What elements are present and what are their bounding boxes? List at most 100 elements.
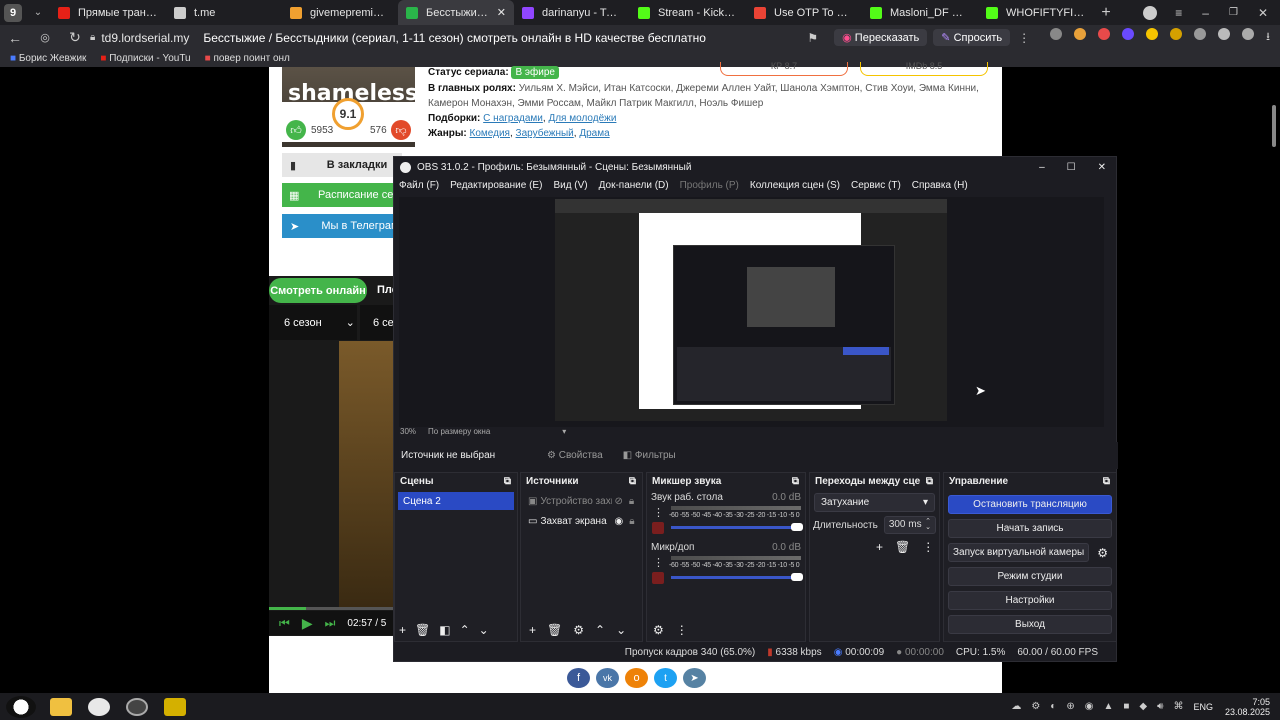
undock-icon[interactable]: ⧉ [926, 476, 933, 487]
collection-link[interactable]: Для молодёжи [548, 113, 616, 124]
filters-button[interactable]: ◧ Фильтры [617, 448, 682, 463]
browser-tab[interactable]: Use OTP To Proceed [746, 0, 862, 25]
zoom-dropdown-icon[interactable]: ▾ [562, 427, 566, 439]
studio-mode-button[interactable]: Режим студии [948, 567, 1112, 586]
window-minimize-icon[interactable]: – [1202, 6, 1209, 20]
obs-menu-item[interactable]: Вид (V) [553, 180, 587, 191]
extension-icon[interactable] [1146, 28, 1159, 40]
volume-icon[interactable]: 🔊︎ [1157, 701, 1163, 712]
browser-tab[interactable]: t.me [166, 0, 282, 25]
obs-menu-item[interactable]: Коллекция сцен (S) [750, 180, 840, 191]
tray-icon[interactable]: ▲ [1103, 701, 1113, 712]
transition-menu-icon[interactable]: ⋮ [922, 540, 934, 554]
volume-slider-handle[interactable] [791, 573, 803, 581]
remove-source-icon[interactable]: 🗑︎ [547, 623, 562, 637]
back-icon[interactable]: ← [0, 30, 30, 46]
scene-item[interactable]: Сцена 2 [398, 492, 514, 510]
series-select[interactable]: 6 сер [360, 305, 393, 340]
genre-link[interactable]: Комедия [470, 128, 510, 139]
remove-scene-icon[interactable]: 🗑︎ [415, 623, 430, 637]
transition-select[interactable]: Затухание ▾ [814, 493, 935, 512]
channel-menu-icon[interactable]: ⋮ [653, 506, 664, 519]
folder-icon[interactable] [50, 697, 72, 716]
tray-icon[interactable]: ◉ [1085, 701, 1094, 712]
new-tab-button[interactable]: + [1094, 4, 1118, 22]
stop-streaming-button[interactable]: Остановить трансляцию [948, 495, 1112, 514]
volume-slider[interactable] [671, 576, 795, 579]
browser-tab[interactable]: Бесстыжие / Бесс ✕ [398, 0, 514, 25]
bookmark-icon[interactable]: ⚑ [807, 31, 818, 45]
extension-icon[interactable] [1218, 28, 1231, 40]
shield-icon[interactable]: ◎ [30, 31, 60, 44]
browser-tab[interactable]: givemepremium — cr [282, 0, 398, 25]
properties-button[interactable]: ⚙ Свойства [541, 448, 609, 463]
move-up-icon[interactable]: ⌃ [460, 623, 470, 637]
tray-icon[interactable]: ◆ [1139, 701, 1147, 712]
obs-menu-item[interactable]: Профиль (P) [680, 180, 739, 191]
ask-button[interactable]: ✎ Спросить [933, 29, 1011, 46]
lock-icon[interactable]: 🔒︎ [629, 516, 634, 527]
prev-icon[interactable]: ⏮ [279, 616, 290, 631]
tray-icon[interactable]: ⚙ [1031, 701, 1040, 712]
obs-minimize-icon[interactable]: – [1039, 162, 1045, 173]
browser-tab[interactable]: Stream - Kick Dashbo [630, 0, 746, 25]
page-scrollbar[interactable] [1272, 105, 1276, 147]
zoom-mode-select[interactable]: По размеру окна [428, 427, 490, 439]
url-text[interactable]: td9.lordserial.my [101, 31, 189, 45]
virtual-camera-settings-icon[interactable]: ⚙ [1097, 546, 1108, 560]
source-item[interactable]: ▭ Захват экрана ◉ 🔒︎ [524, 512, 639, 530]
obs-maximize-icon[interactable]: ☐ [1067, 162, 1076, 173]
telegram-icon[interactable]: ➤ [683, 668, 706, 688]
obs-preview[interactable] [399, 197, 1104, 427]
dislike-button[interactable]: 👎︎ [391, 120, 411, 140]
mute-icon[interactable] [652, 522, 664, 534]
extension-icon[interactable] [1098, 28, 1111, 40]
window-close-icon[interactable]: ✕ [1258, 6, 1268, 20]
move-up-icon[interactable]: ⌃ [595, 623, 605, 637]
obs-menu-item[interactable]: Редактирование (E) [450, 180, 542, 191]
obs-menu-item[interactable]: Док-панели (D) [599, 180, 669, 191]
network-icon[interactable]: ⌘ [1173, 701, 1183, 712]
retell-button[interactable]: ◉ Пересказать [834, 29, 928, 46]
scene-filter-icon[interactable]: ◧ [439, 623, 450, 637]
tray-icon[interactable]: ⊕ [1066, 701, 1074, 712]
extension-icon[interactable] [1194, 28, 1207, 40]
source-item[interactable]: ▣ Устройство захв ⊘ 🔒︎ [524, 492, 639, 510]
source-settings-icon[interactable]: ⚙ [573, 623, 584, 637]
browser-tab[interactable]: WHOFIFTYFIVE Strea [978, 0, 1094, 25]
reload-icon[interactable]: ↻ [60, 29, 90, 46]
extension-icon[interactable] [1242, 28, 1255, 40]
clock[interactable]: 7:05 23.08.2025 [1225, 697, 1270, 717]
browser-tab[interactable]: darinanyu - Twitch [514, 0, 630, 25]
browser-menu-icon[interactable]: ≡ [1175, 6, 1182, 20]
video-progress-track[interactable] [269, 607, 393, 610]
facebook-icon[interactable]: f [567, 668, 590, 688]
extension-icon[interactable] [1074, 28, 1087, 40]
page-title-in-address[interactable]: Бесстыжие / Бесстыдники (сериал, 1-11 се… [203, 31, 706, 45]
obs-menu-item[interactable]: Сервис (T) [851, 180, 901, 191]
play-icon[interactable]: ▶ [302, 615, 313, 632]
schedule-button[interactable]: ▦ Расписание сери [282, 183, 402, 207]
add-source-icon[interactable]: + [529, 623, 536, 637]
genre-link[interactable]: Зарубежный [516, 128, 574, 139]
add-scene-icon[interactable]: + [399, 623, 406, 637]
move-down-icon[interactable]: ⌄ [616, 623, 626, 637]
odnoklassniki-icon[interactable]: o [625, 668, 648, 688]
visibility-icon[interactable]: ◉ [614, 516, 623, 527]
tab-close-icon[interactable]: ✕ [497, 6, 506, 19]
extension-icon[interactable] [1122, 28, 1135, 40]
tray-icon[interactable]: ◐ [1050, 701, 1056, 712]
genre-link[interactable]: Драма [579, 128, 609, 139]
browser-tab[interactable]: Masloni_DF Stream - [862, 0, 978, 25]
extension-icon[interactable] [1050, 28, 1063, 40]
bookmark-button[interactable]: ▮ В закладки [282, 153, 402, 177]
next-icon[interactable]: ⏭ [325, 616, 336, 631]
volume-slider[interactable] [671, 526, 795, 529]
download-icon[interactable]: ⭳ [1266, 28, 1270, 47]
season-select[interactable]: 6 сезон ⌄ [269, 305, 357, 340]
mute-icon[interactable] [652, 572, 664, 584]
obs-close-icon[interactable]: ✕ [1098, 162, 1106, 173]
tabs-dropdown-icon[interactable]: ⌄ [26, 7, 50, 18]
channel-menu-icon[interactable]: ⋮ [653, 556, 664, 569]
lock-icon[interactable]: 🔒︎ [629, 496, 634, 507]
